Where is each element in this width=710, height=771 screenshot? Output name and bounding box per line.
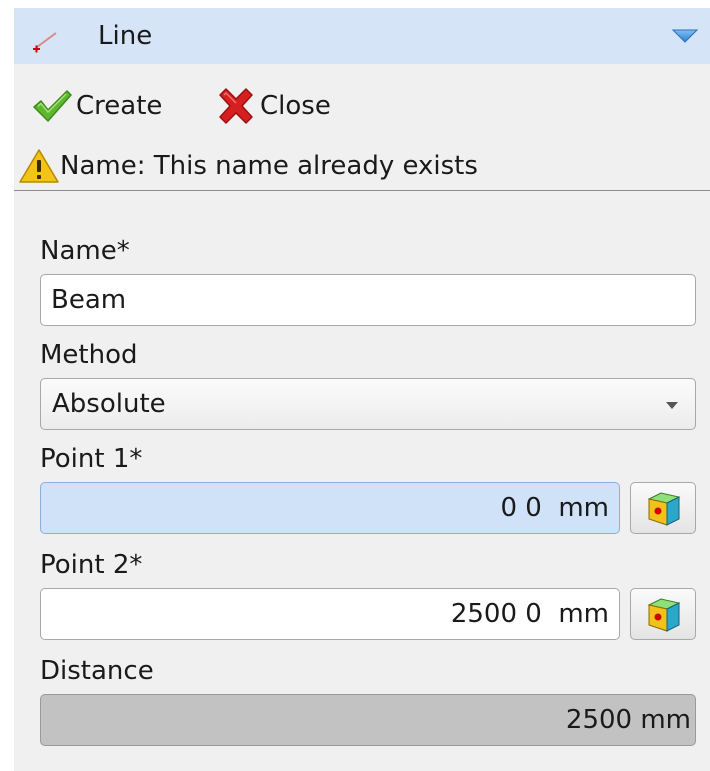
chevron-down-icon xyxy=(666,402,678,409)
checkmark-icon xyxy=(33,90,72,122)
point2-pick-button[interactable] xyxy=(630,588,696,640)
method-label: Method xyxy=(40,340,138,370)
warning-icon xyxy=(19,149,59,183)
distance-label: Distance xyxy=(40,656,154,686)
method-select[interactable]: Absolute xyxy=(40,378,696,430)
point1-pick-button[interactable] xyxy=(630,482,696,534)
name-label: Name* xyxy=(40,236,130,266)
point2-label: Point 2* xyxy=(40,550,143,580)
line-icon xyxy=(33,32,57,53)
point1-label: Point 1* xyxy=(40,444,143,474)
point1-input[interactable] xyxy=(40,482,620,534)
create-label: Create xyxy=(76,91,163,121)
warning-text: Name: This name already exists xyxy=(60,151,478,181)
close-icon xyxy=(219,88,253,124)
task-panel: Line Create Close Name: This name alread… xyxy=(14,8,710,771)
name-input[interactable] xyxy=(40,274,696,326)
close-button[interactable]: Close xyxy=(216,84,331,128)
close-label: Close xyxy=(260,91,331,121)
method-selected-value: Absolute xyxy=(52,389,166,419)
panel-header[interactable]: Line xyxy=(14,8,710,64)
pick-point-icon xyxy=(647,598,681,632)
distance-field: 2500 mm xyxy=(40,694,696,746)
warning-message: Name: This name already exists xyxy=(14,142,710,191)
panel-title: Line xyxy=(98,21,153,51)
point2-input[interactable] xyxy=(40,588,620,640)
toolbar: Create Close xyxy=(14,78,710,134)
collapse-arrow-icon[interactable] xyxy=(672,28,698,44)
pick-point-icon xyxy=(647,492,681,526)
create-button[interactable]: Create xyxy=(32,84,162,128)
distance-value: 2500 mm xyxy=(565,705,691,735)
